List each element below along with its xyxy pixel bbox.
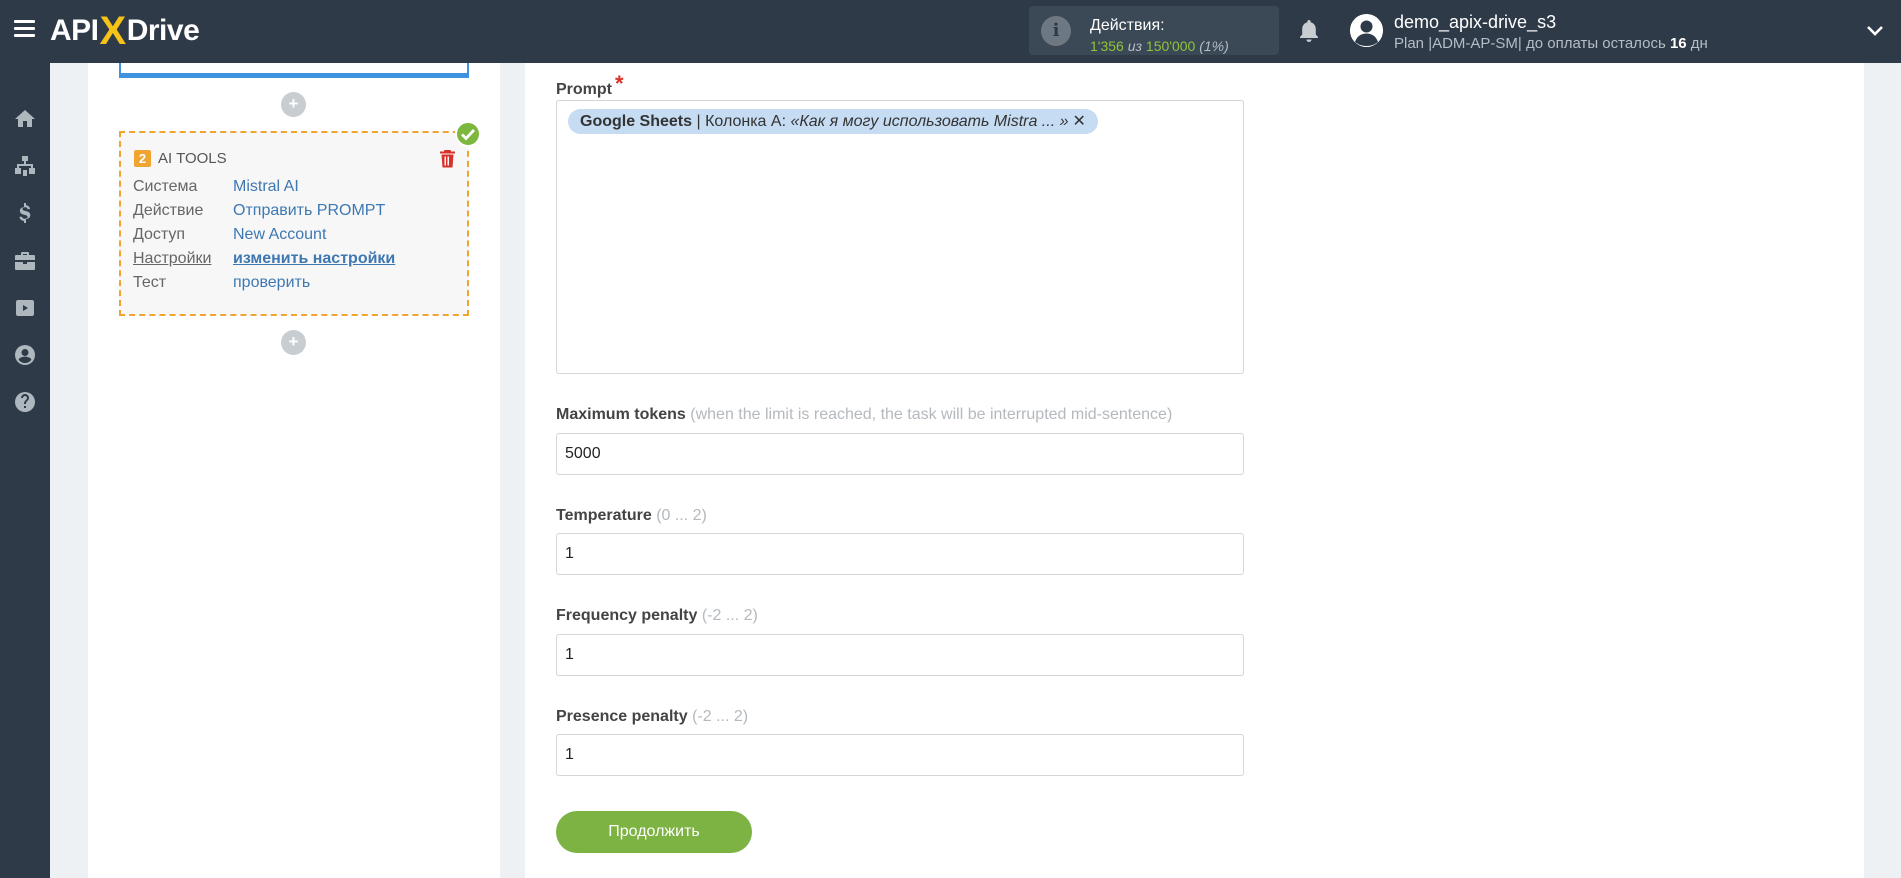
plan-text: Plan |ADM-AP-SM| до оплаты осталось (1394, 35, 1666, 52)
frequency-penalty-label: Frequency penalty (-2 ... 2) (556, 607, 758, 625)
ai-tools-card[interactable]: 2 AI TOOLS Система Mistral AI Действие О… (119, 131, 469, 316)
prompt-label: Prompt * (556, 71, 624, 100)
user-icon (15, 345, 35, 365)
sidebar-item-profile[interactable] (0, 332, 50, 378)
plan-info: Plan |ADM-AP-SM| до оплаты осталось 16 д… (1394, 35, 1708, 52)
max-tokens-hint: (when the limit is reached, the task wil… (690, 406, 1173, 423)
chevron-down-icon[interactable] (1866, 22, 1884, 40)
actions-of: из (1127, 38, 1143, 54)
row-key: Тест (133, 274, 167, 291)
plan-days: 16 (1669, 35, 1687, 52)
briefcase-icon (15, 252, 35, 270)
row-key: Система (133, 178, 198, 195)
info-icon: i (1041, 16, 1071, 46)
sidebar-item-connections[interactable] (0, 143, 50, 189)
youtube-icon (16, 300, 34, 316)
sitemap-icon (15, 156, 35, 176)
tag-value: «Как я могу использовать Mistra ... » (790, 113, 1069, 130)
user-avatar-icon (1350, 14, 1383, 47)
sidebar-item-tools[interactable] (0, 238, 50, 284)
step-number-badge: 2 (134, 150, 151, 167)
continue-button[interactable]: Продолжить (556, 811, 752, 853)
presence-penalty-input[interactable]: 1 (556, 734, 1244, 776)
top-bar: API X Drive i Действия: 1'356 из 150'000 (… (0, 0, 1901, 63)
temperature-hint: (0 ... 2) (656, 507, 707, 524)
logo-drive-text: Drive (126, 14, 200, 47)
sidebar-item-video[interactable] (0, 285, 50, 331)
test-link[interactable]: проверить (233, 274, 310, 292)
bell-icon[interactable] (1297, 18, 1321, 44)
actions-value: 1'356 из 150'000 (1%) (1090, 38, 1229, 54)
hamburger-menu-icon[interactable] (14, 20, 35, 38)
change-settings-link[interactable]: изменить настройки (233, 250, 395, 268)
actions-label: Действия: (1090, 17, 1165, 34)
temperature-label: Temperature (0 ... 2) (556, 507, 707, 525)
temperature-input[interactable]: 1 (556, 533, 1244, 575)
presence-penalty-label: Presence penalty (-2 ... 2) (556, 708, 748, 726)
frequency-label-text: Frequency penalty (556, 607, 698, 624)
username[interactable]: demo_apix-drive_s3 (1394, 12, 1556, 33)
help-icon (15, 392, 35, 412)
actions-total: 150'000 (1145, 38, 1196, 54)
presence-hint: (-2 ... 2) (692, 708, 749, 725)
sidebar-item-home[interactable] (0, 96, 50, 142)
row-value-access[interactable]: New Account (233, 226, 326, 244)
add-step-button-top[interactable]: + (281, 92, 306, 117)
remove-tag-icon[interactable]: ✕ (1072, 113, 1085, 130)
sidebar-item-billing[interactable] (0, 190, 50, 236)
row-value-system[interactable]: Mistral AI (233, 178, 299, 196)
max-tokens-label: Maximum tokens (when the limit is reache… (556, 406, 1172, 424)
tag-source: Google Sheets (580, 113, 693, 130)
tag-column: | Колонка А: (692, 113, 791, 130)
required-marker: * (615, 71, 624, 96)
max-tokens-input[interactable]: 5000 (556, 433, 1244, 475)
presence-label-text: Presence penalty (556, 708, 688, 725)
logo-x-text: X (99, 8, 127, 53)
trash-icon[interactable] (439, 149, 456, 168)
apix-drive-logo[interactable]: API X Drive (50, 8, 200, 54)
sidebar-item-help[interactable] (0, 379, 50, 425)
frequency-penalty-input[interactable]: 1 (556, 634, 1244, 676)
dollar-icon (19, 203, 31, 223)
actions-used: 1'356 (1090, 38, 1124, 54)
step-title: AI TOOLS (158, 150, 227, 167)
prompt-label-text: Prompt (556, 81, 612, 98)
actions-counter[interactable]: i Действия: 1'356 из 150'000 (1%) (1029, 6, 1279, 55)
home-icon (15, 110, 35, 127)
previous-step-card[interactable] (119, 63, 469, 78)
actions-pct: (1%) (1199, 38, 1229, 54)
add-step-button-bottom[interactable]: + (281, 330, 306, 355)
prompt-textarea[interactable]: Google Sheets | Колонка А: «Как я могу и… (556, 100, 1244, 374)
row-value-action[interactable]: Отправить PROMPT (233, 202, 385, 220)
check-icon (455, 121, 481, 147)
row-key: Доступ (133, 226, 186, 243)
plan-unit: дн (1690, 35, 1708, 52)
avatar[interactable] (1350, 14, 1383, 47)
max-tokens-label-text: Maximum tokens (556, 406, 686, 423)
temperature-label-text: Temperature (556, 507, 652, 524)
frequency-hint: (-2 ... 2) (701, 607, 758, 624)
row-key: Действие (133, 202, 204, 219)
row-key: Настройки (133, 250, 212, 267)
variable-tag[interactable]: Google Sheets | Колонка А: «Как я могу и… (568, 109, 1098, 134)
sidebar (0, 63, 50, 878)
logo-api-text: API (50, 14, 99, 47)
